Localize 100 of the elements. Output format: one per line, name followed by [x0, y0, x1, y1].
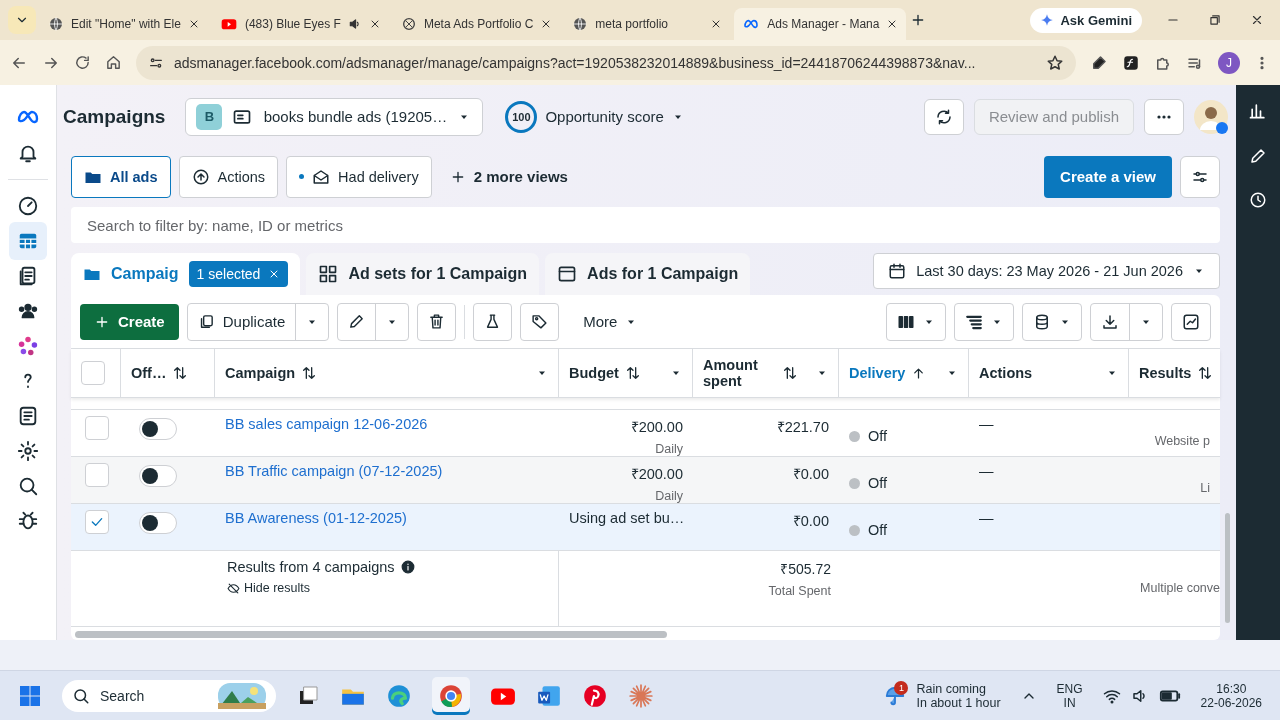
toggle-switch[interactable] [139, 465, 177, 487]
row-checkbox[interactable] [85, 463, 109, 487]
date-range-picker[interactable]: Last 30 days: 23 May 2026 - 21 Jun 2026 [873, 253, 1220, 289]
video-icon [219, 16, 238, 32]
level-tab[interactable]: Campaig 1 selected [71, 253, 301, 295]
calendar-icon [888, 262, 907, 280]
toggle-switch[interactable] [139, 512, 177, 534]
word-icon [536, 683, 562, 709]
tag-icon [531, 313, 549, 330]
envelope-icon [312, 167, 331, 186]
level-tab[interactable]: Ad sets for 1 Campaign [306, 253, 540, 295]
results-value: Website p [1154, 434, 1210, 450]
sort-icon [172, 365, 189, 381]
amount-spent: ₹221.70 [776, 418, 829, 436]
hide-results-button[interactable]: Hide results [227, 581, 558, 595]
globe-icon [572, 16, 589, 32]
more-button[interactable]: More [567, 313, 654, 330]
pencil-icon [348, 313, 366, 330]
column-header[interactable]: Amount spent [703, 357, 763, 389]
status-dot [849, 524, 860, 536]
budget-value: ₹200.00 [630, 465, 683, 483]
browser-tab[interactable]: meta portfolio [564, 8, 731, 40]
selection-chip[interactable]: 1 selected [188, 261, 289, 287]
trash-icon [428, 313, 446, 330]
view-tab[interactable]: All ads [71, 155, 171, 198]
star-icon [1046, 53, 1064, 72]
scrollbar-thumb[interactable] [1225, 513, 1230, 623]
budget-value: Using ad set bu… [569, 510, 685, 526]
amount-spent: ₹0.00 [792, 512, 829, 530]
search-field[interactable]: Search to filter by: name, ID or metrics [71, 207, 1220, 243]
view-tab[interactable]: Had delivery [286, 155, 432, 198]
profile-avatar[interactable]: J [1218, 51, 1240, 74]
column-header[interactable]: Campaign [225, 365, 296, 381]
refresh-button[interactable] [923, 98, 964, 135]
more-views-button[interactable]: 2 more views [449, 168, 568, 185]
account-selector[interactable]: B books bundle ads (19205… [185, 97, 484, 136]
results-summary: Multiple conve [1140, 581, 1220, 597]
sort-icon [1197, 365, 1214, 381]
budget-period: Daily [655, 489, 683, 503]
campaign-link[interactable]: BB sales campaign 12-06-2026 [225, 416, 428, 432]
column-header[interactable]: Budget [569, 365, 619, 381]
eye-off-icon [227, 581, 240, 595]
pin-icon [582, 683, 608, 709]
level-tab[interactable]: Ads for 1 Campaign [545, 253, 751, 295]
reload-icon [74, 54, 91, 71]
view-settings-button[interactable] [1180, 155, 1220, 198]
browser-tab[interactable]: Ads Manager - Mana [734, 8, 907, 40]
gemini-button[interactable]: Ask Gemini [1030, 7, 1142, 33]
refresh-icon [934, 107, 953, 126]
language-indicator[interactable]: ENG IN [1056, 682, 1083, 710]
list-document-icon [17, 405, 39, 427]
home-icon [105, 54, 122, 71]
view-tab[interactable]: Actions [178, 155, 279, 198]
opportunity-score-button[interactable]: 100 Opportunity score [505, 100, 684, 133]
delivery-status: Off [868, 428, 888, 444]
status-dot [849, 430, 860, 442]
weather-widget[interactable]: 1 Rain coming In about 1 hour [884, 682, 1001, 710]
total-spent-label: Total Spent [768, 584, 831, 598]
column-header[interactable]: Off… [131, 365, 167, 381]
create-view-button[interactable]: Create a view [1044, 155, 1172, 198]
scrollbar-thumb[interactable] [75, 630, 667, 638]
page-title: Campaigns [63, 105, 166, 128]
row-checkbox[interactable] [85, 416, 109, 440]
profile-avatar[interactable] [1194, 99, 1228, 134]
bar-chart-icon [1248, 101, 1268, 121]
sort-icon [624, 365, 641, 381]
globe-icon [48, 16, 64, 32]
sort-icon [781, 365, 798, 381]
browser-tab[interactable]: (483) Blue Eyes F [211, 8, 389, 40]
browser-tab[interactable]: Meta Ads Portfolio C [392, 8, 561, 40]
ellipsis-icon [1157, 114, 1171, 119]
clock-icon [1249, 191, 1267, 209]
address-bar[interactable]: adsmanager.facebook.com/adsmanager/manage/campaigns?act=1920538232014889&business_id=24418706244398873&nav... [136, 45, 1076, 80]
sort-icon [301, 365, 318, 381]
actions-value: — [979, 510, 994, 526]
search-icon [72, 687, 90, 705]
campaign-link[interactable]: BB Awareness (01-12-2025) [225, 510, 407, 526]
edge-icon [386, 683, 412, 709]
close-icon [1250, 13, 1264, 27]
row-checkbox[interactable] [85, 510, 109, 534]
weather-note: In about 1 hour [916, 696, 1001, 710]
settings-icon [17, 440, 39, 462]
browser-tab[interactable]: Edit "Home" with Ele [40, 8, 208, 40]
column-header[interactable]: Delivery [849, 365, 906, 381]
create-button[interactable]: Create [80, 303, 179, 340]
delivery-status: Off [868, 522, 888, 538]
notification-badge: 1 [894, 681, 909, 695]
download-icon [1101, 312, 1119, 331]
chrome-taskbar-button[interactable] [432, 677, 470, 715]
pencil-icon [1249, 147, 1267, 165]
column-header[interactable]: Actions [979, 365, 1033, 381]
column-header[interactable]: Results [1139, 365, 1192, 381]
toggle-switch[interactable] [139, 418, 177, 440]
campaign-link[interactable]: BB Traffic campaign (07-12-2025) [225, 463, 443, 479]
taskbar-search[interactable]: Search [62, 680, 276, 712]
table-nav-item[interactable] [9, 222, 47, 260]
budget-period: Daily [655, 442, 683, 456]
select-all-checkbox[interactable] [81, 361, 105, 385]
flower-icon [17, 335, 39, 357]
clock[interactable]: 16:30 22-06-2026 [1200, 682, 1262, 710]
